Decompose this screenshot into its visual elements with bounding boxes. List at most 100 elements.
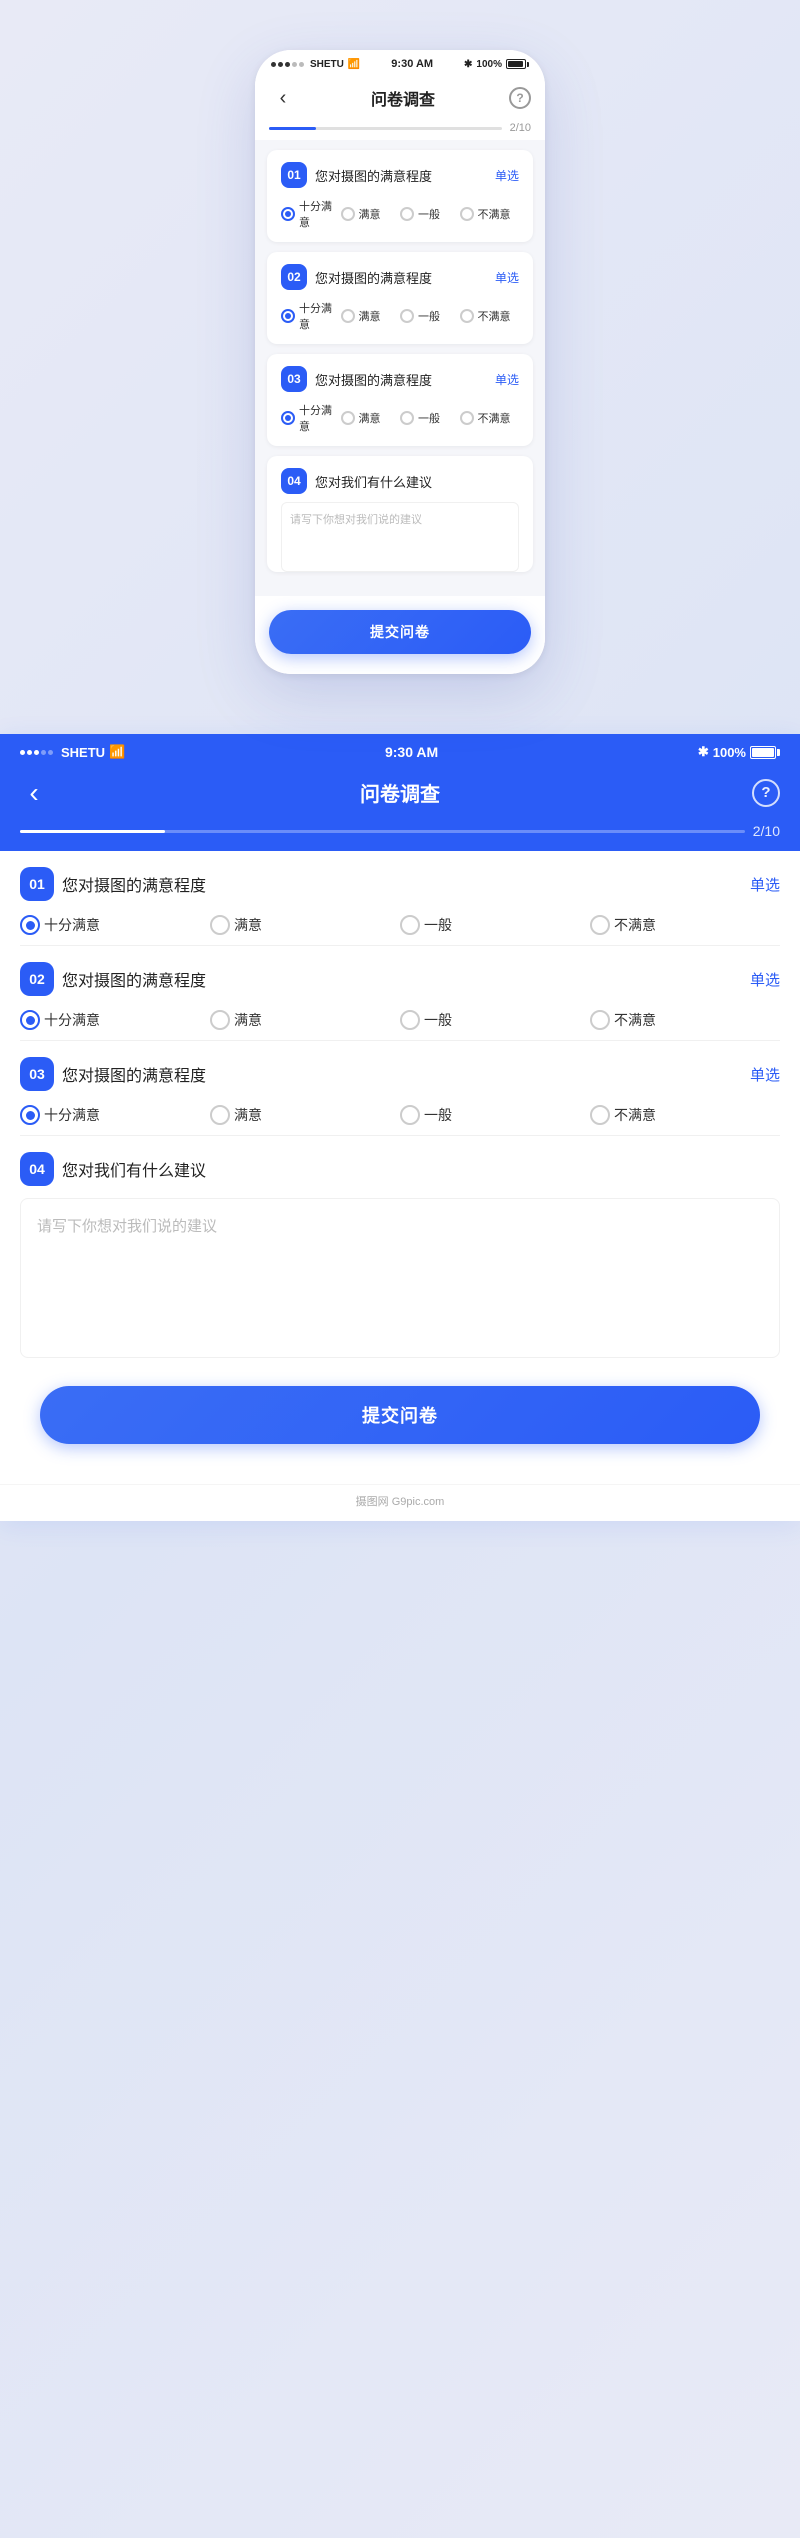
- radio-3-3[interactable]: [400, 411, 414, 425]
- radio-1-3[interactable]: [400, 207, 414, 221]
- phone-full-design: SHETU 📶 9:30 AM ✱ 100% ‹ 问卷调查 ? 2/10: [0, 734, 800, 1521]
- opt-label-f3-1: 十分满意: [44, 1105, 100, 1125]
- opt-f2-3[interactable]: 一般: [400, 1010, 590, 1030]
- content-area: 01 您对摄图的满意程度 单选 十分满意 满意 一般: [255, 140, 545, 596]
- option-label-2-2: 满意: [359, 308, 381, 324]
- option-2-2[interactable]: 满意: [341, 308, 401, 324]
- opt-f3-2[interactable]: 满意: [210, 1105, 400, 1125]
- radio-f1-2[interactable]: [210, 915, 230, 935]
- radio-f3-4[interactable]: [590, 1105, 610, 1125]
- radio-1-2[interactable]: [341, 207, 355, 221]
- submit-button[interactable]: 提交问卷: [269, 610, 531, 654]
- opt-f1-4[interactable]: 不满意: [590, 915, 780, 935]
- option-1-2[interactable]: 满意: [341, 206, 401, 222]
- help-button-full[interactable]: ?: [752, 779, 780, 807]
- bluetooth-icon: ✱: [464, 59, 472, 70]
- radio-f2-2[interactable]: [210, 1010, 230, 1030]
- battery-fill: [508, 61, 523, 67]
- question-card-3: 03 您对摄图的满意程度 单选 十分满意 满意 一般: [267, 354, 533, 446]
- opt-f3-1[interactable]: 十分满意: [20, 1105, 210, 1125]
- radio-3-2[interactable]: [341, 411, 355, 425]
- option-3-2[interactable]: 满意: [341, 410, 401, 426]
- radio-f1-4[interactable]: [590, 915, 610, 935]
- radio-f1-1[interactable]: [20, 915, 40, 935]
- question-left-1: 01 您对摄图的满意程度: [281, 162, 432, 188]
- help-button[interactable]: ?: [509, 87, 531, 109]
- option-label-3-4: 不满意: [478, 410, 511, 426]
- radio-2-4[interactable]: [460, 309, 474, 323]
- signal-dots-full: [20, 750, 53, 755]
- radio-f3-1[interactable]: [20, 1105, 40, 1125]
- radio-inner-3-1: [285, 415, 291, 421]
- status-bar-full: SHETU 📶 9:30 AM ✱ 100%: [0, 734, 800, 768]
- status-left: SHETU 📶: [271, 59, 360, 70]
- radio-f3-3[interactable]: [400, 1105, 420, 1125]
- q-type-full-3[interactable]: 单选: [750, 1064, 780, 1085]
- opt-label-f2-1: 十分满意: [44, 1010, 100, 1030]
- option-1-3[interactable]: 一般: [400, 206, 460, 222]
- question-type-3[interactable]: 单选: [495, 371, 519, 388]
- question-text-3: 您对摄图的满意程度: [315, 370, 432, 389]
- suggestion-textarea[interactable]: 请写下你想对我们说的建议: [281, 502, 519, 572]
- progress-track-full: [20, 830, 745, 833]
- submit-button-full[interactable]: 提交问卷: [40, 1386, 760, 1444]
- question-type-1[interactable]: 单选: [495, 167, 519, 184]
- opt-f3-3[interactable]: 一般: [400, 1105, 590, 1125]
- option-3-4[interactable]: 不满意: [460, 410, 520, 426]
- q-type-full-2[interactable]: 单选: [750, 969, 780, 990]
- question-header-1: 01 您对摄图的满意程度 单选: [281, 162, 519, 188]
- opt-f2-1[interactable]: 十分满意: [20, 1010, 210, 1030]
- opt-f1-2[interactable]: 满意: [210, 915, 400, 935]
- question-row-full-2: 02 您对摄图的满意程度 单选 十分满意 满意 一般: [20, 946, 780, 1041]
- option-2-3[interactable]: 一般: [400, 308, 460, 324]
- bt-full: ✱: [698, 744, 709, 760]
- radio-f3-2[interactable]: [210, 1105, 230, 1125]
- radio-3-1[interactable]: [281, 411, 295, 425]
- option-3-1[interactable]: 十分满意: [281, 402, 341, 434]
- radio-1-1[interactable]: [281, 207, 295, 221]
- question-header-3: 03 您对摄图的满意程度 单选: [281, 366, 519, 392]
- option-2-4[interactable]: 不满意: [460, 308, 520, 324]
- dot4: [292, 62, 297, 67]
- opt-f2-4[interactable]: 不满意: [590, 1010, 780, 1030]
- radio-2-3[interactable]: [400, 309, 414, 323]
- signal-dots: [271, 62, 304, 67]
- radio-f2-4[interactable]: [590, 1010, 610, 1030]
- option-label-1-2: 满意: [359, 206, 381, 222]
- q-text-full-2: 您对摄图的满意程度: [62, 967, 206, 991]
- opt-f3-4[interactable]: 不满意: [590, 1105, 780, 1125]
- option-1-4[interactable]: 不满意: [460, 206, 520, 222]
- question-number-1: 01: [281, 162, 307, 188]
- q-type-full-1[interactable]: 单选: [750, 874, 780, 895]
- suggestion-textarea-full[interactable]: 请写下你想对我们说的建议: [20, 1198, 780, 1358]
- opts-full-2: 十分满意 满意 一般 不满意: [20, 1010, 780, 1030]
- opt-f2-2[interactable]: 满意: [210, 1010, 400, 1030]
- wifi-full: 📶: [109, 744, 125, 760]
- opt-f1-1[interactable]: 十分满意: [20, 915, 210, 935]
- radio-1-4[interactable]: [460, 207, 474, 221]
- opts-full-3: 十分满意 满意 一般 不满意: [20, 1105, 780, 1125]
- bat-body-full: [750, 746, 776, 759]
- bat-tip-full: [777, 749, 780, 756]
- radio-f1-3[interactable]: [400, 915, 420, 935]
- opts-full-1: 十分满意 满意 一般 不满意: [20, 915, 780, 935]
- radio-f2-1[interactable]: [20, 1010, 40, 1030]
- opt-f1-3[interactable]: 一般: [400, 915, 590, 935]
- option-3-3[interactable]: 一般: [400, 410, 460, 426]
- q-left-full-4: 04 您对我们有什么建议: [20, 1152, 206, 1186]
- back-button-full[interactable]: ‹: [20, 779, 48, 807]
- question-row-full-3: 03 您对摄图的满意程度 单选 十分满意 满意 一般: [20, 1041, 780, 1136]
- question-type-2[interactable]: 单选: [495, 269, 519, 286]
- radio-3-4[interactable]: [460, 411, 474, 425]
- radio-2-2[interactable]: [341, 309, 355, 323]
- carrier-full: SHETU: [61, 745, 105, 760]
- radio-f2-3[interactable]: [400, 1010, 420, 1030]
- option-1-1[interactable]: 十分满意: [281, 198, 341, 230]
- dot1f: [20, 750, 25, 755]
- radio-2-1[interactable]: [281, 309, 295, 323]
- option-2-1[interactable]: 十分满意: [281, 300, 341, 332]
- dot2f: [27, 750, 32, 755]
- back-button[interactable]: ‹: [269, 84, 297, 112]
- question-left-3: 03 您对摄图的满意程度: [281, 366, 432, 392]
- option-label-3-2: 满意: [359, 410, 381, 426]
